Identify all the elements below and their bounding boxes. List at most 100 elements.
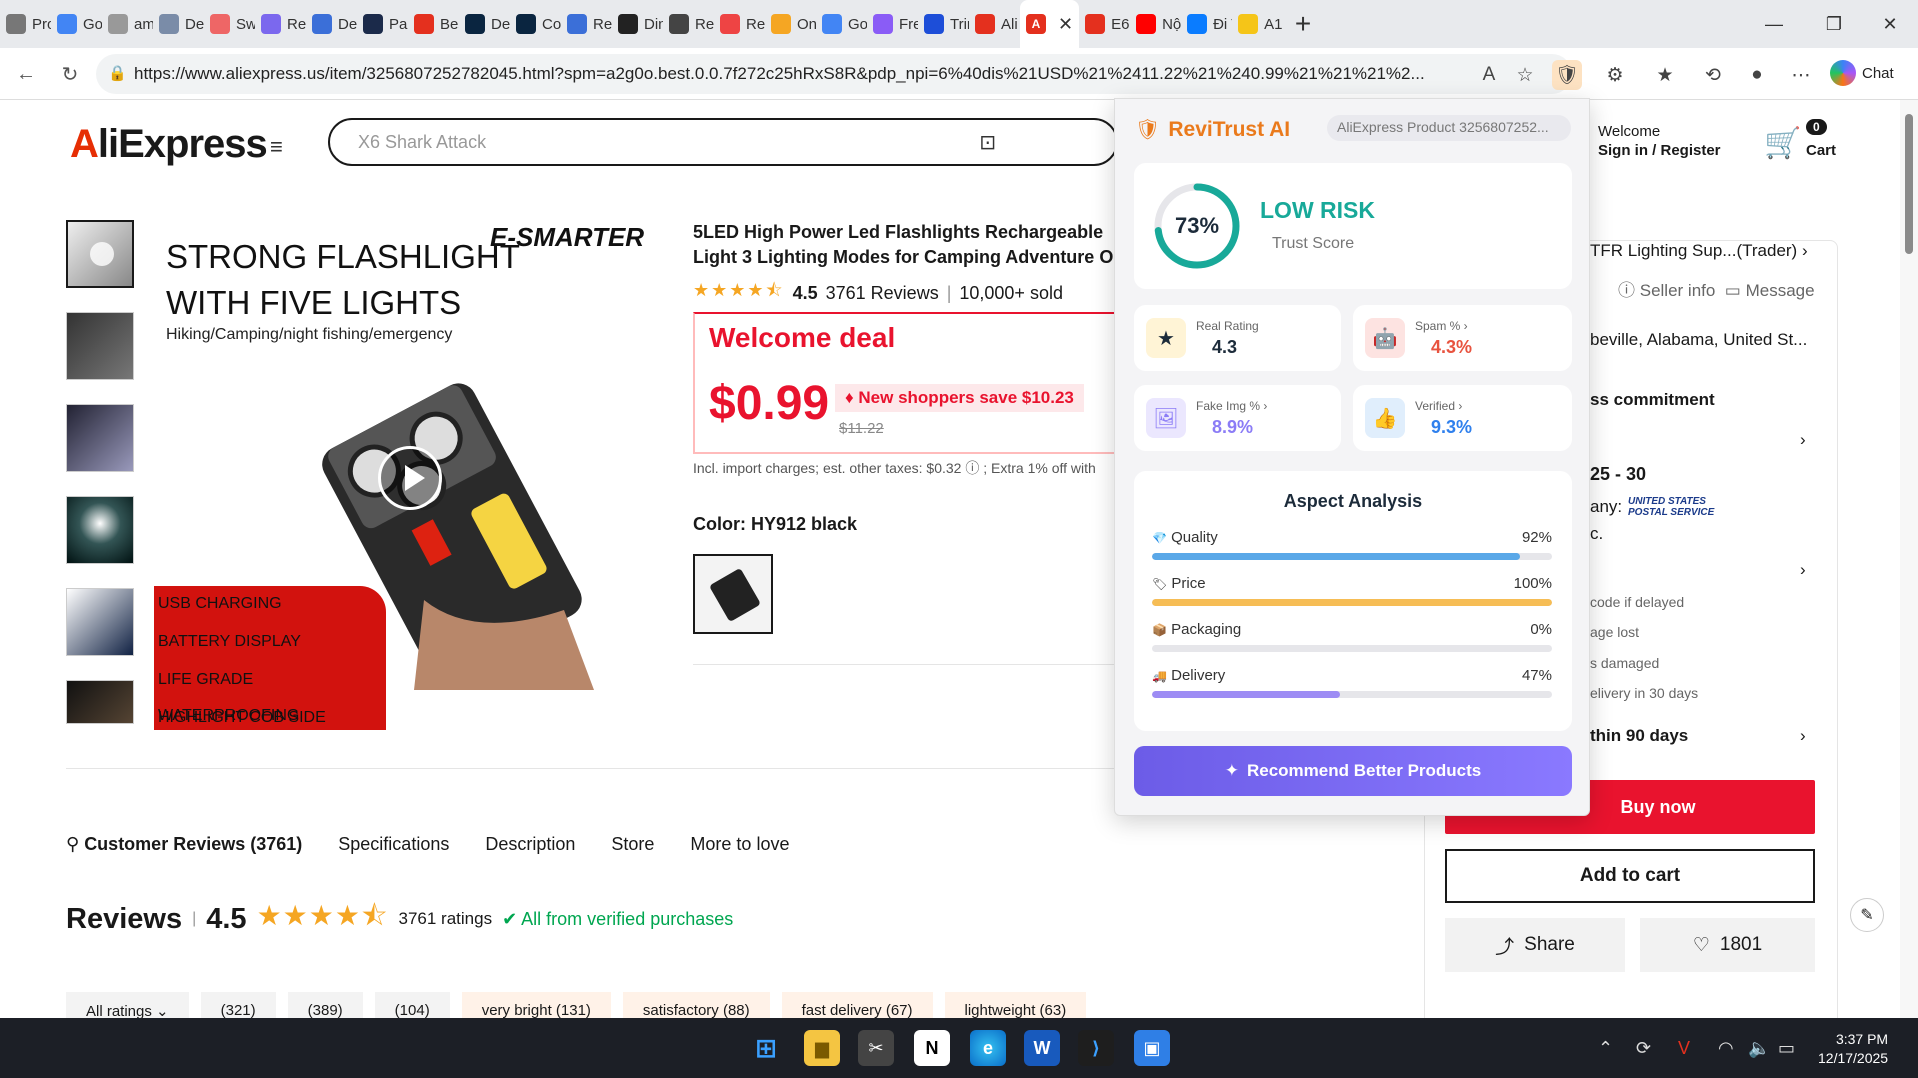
tab-more-to-love[interactable]: More to love [690,834,789,855]
thumbnail[interactable] [66,404,134,472]
profile-avatar-icon[interactable]: ● [1742,60,1772,90]
review-filter-chip[interactable]: (389) [287,992,363,1018]
browser-tab[interactable]: ama [102,0,153,48]
review-filter-chip[interactable]: fast delivery (67) [781,992,933,1018]
wifi-icon[interactable]: ◠ [1718,1038,1734,1059]
metric-card[interactable]: 🖼 Fake Img % › 8.9% [1134,385,1341,451]
review-filter-chip[interactable]: (321) [200,992,276,1018]
browser-tab[interactable]: E6S [1079,0,1130,48]
new-tab-button[interactable]: + [1283,0,1323,48]
tab-store[interactable]: Store [611,834,654,855]
browser-tab[interactable]: Bes [408,0,459,48]
chevron-right-icon[interactable]: › [1800,560,1806,580]
page-scrollbar[interactable] [1900,100,1918,1018]
add-to-cart-button[interactable]: Add to cart [1445,849,1815,903]
recommend-products-button[interactable]: ✦ Recommend Better Products [1134,746,1572,796]
chevron-right-icon[interactable]: › [1800,726,1806,746]
volume-icon[interactable]: 🔈 [1748,1038,1770,1059]
browser-tab[interactable]: Dev [459,0,510,48]
seller-links[interactable]: ⓘ Seller info ▭ Message [1618,276,1815,301]
tray-overflow-icon[interactable]: ⌃ [1598,1038,1613,1059]
review-filter-chip[interactable]: very bright (131) [461,992,611,1018]
browser-tab[interactable]: Din [612,0,663,48]
browser-tab[interactable]: Dev [153,0,204,48]
review-filter-chip[interactable]: All ratings ⌄ [66,992,189,1018]
copilot-chat-button[interactable]: Chat [1830,56,1910,90]
favorites-icon[interactable]: ★ [1650,60,1680,90]
revitrust-extension-icon[interactable]: 🛡 [1552,60,1582,90]
account-block[interactable]: Welcome Sign in / Register [1598,122,1721,160]
browser-tab[interactable]: Part [357,0,408,48]
close-window-button[interactable]: ✕ [1862,0,1918,48]
thumbnail[interactable] [66,496,134,564]
signin-link[interactable]: Sign in / Register [1598,141,1721,160]
share-button[interactable]: ⤴ Share [1445,918,1625,972]
edit-pencil-icon[interactable]: ✎ [1850,898,1884,932]
extensions-puzzle-icon[interactable]: ⚙ [1600,60,1630,90]
browser-tab[interactable]: Onl [765,0,816,48]
windows-start-icon[interactable]: ⊞ [748,1030,784,1066]
read-aloud-icon[interactable]: A [1474,60,1504,90]
maximize-button[interactable]: ❐ [1806,0,1862,48]
sync-icon[interactable]: ⟳ [1636,1038,1651,1059]
browser-tab[interactable]: Nội [1130,0,1181,48]
image-search-icon[interactable]: ⊡ [979,130,996,155]
vscode-icon[interactable]: ⟩ [1078,1030,1114,1066]
tab-active[interactable]: A ✕ [1020,0,1080,48]
browser-tab[interactable]: Coo [510,0,561,48]
system-clock[interactable]: 3:37 PM 12/17/2025 [1818,1030,1888,1068]
file-explorer-icon[interactable]: ▆ [804,1030,840,1066]
browser-tab[interactable]: Rev [714,0,765,48]
browser-tab[interactable]: Rev [663,0,714,48]
remote-desktop-icon[interactable]: ▣ [1134,1030,1170,1066]
metric-card[interactable]: 👍 Verified › 9.3% [1353,385,1572,451]
search-input[interactable]: X6 Shark Attack ⊡ [328,118,1118,166]
browser-tab[interactable]: Pro [0,0,51,48]
wishlist-button[interactable]: ♡ 1801 [1640,918,1815,972]
thumbnail[interactable] [66,680,134,724]
browser-tab[interactable]: Goo [816,0,867,48]
browser-tab[interactable]: A12 [1232,0,1283,48]
browser-tab[interactable]: Swi [204,0,255,48]
ship-to[interactable]: beville, Alabama, United St... [1590,330,1807,350]
browser-tab[interactable]: Rev [561,0,612,48]
cart-icon[interactable]: 🛒 [1764,126,1801,161]
reviews-link[interactable]: 3761 Reviews [826,283,939,304]
vivaldi-tray-icon[interactable]: V [1678,1038,1690,1059]
review-filter-chip[interactable]: satisfactory (88) [622,992,770,1018]
browser-tab[interactable]: Reg [255,0,306,48]
video-play-button[interactable] [378,446,442,510]
thumbnail-video[interactable] [66,220,134,288]
thumbnail[interactable] [66,588,134,656]
word-icon[interactable]: W [1024,1030,1060,1066]
browser-tab[interactable]: Free [867,0,918,48]
tab-specifications[interactable]: Specifications [338,834,449,855]
browser-tab[interactable]: Goo [51,0,102,48]
browser-tab[interactable]: Ali [969,0,1020,48]
thumbnail[interactable] [66,312,134,380]
favorite-star-icon[interactable]: ☆ [1510,60,1540,90]
tab-description[interactable]: Description [485,834,575,855]
back-arrow-icon[interactable]: ← [10,58,42,90]
store-name[interactable]: TFR Lighting Sup...(Trader) › [1590,241,1808,261]
chevron-right-icon[interactable]: › [1800,430,1806,450]
browser-tab[interactable]: Trin [918,0,969,48]
refresh-icon[interactable]: ↻ [54,58,86,90]
scrollbar-thumb[interactable] [1905,114,1913,254]
browser-tab[interactable]: Dev [306,0,357,48]
snipping-tool-icon[interactable]: ✂ [858,1030,894,1066]
notion-icon[interactable]: N [914,1030,950,1066]
tab-customer-reviews[interactable]: ⚲ Customer Reviews (3761) [66,834,302,855]
more-menu-icon[interactable]: ⋯ [1786,60,1816,90]
browser-tab[interactable]: Đi T [1181,0,1232,48]
minimize-button[interactable]: — [1746,0,1802,48]
battery-icon[interactable]: ▭ [1778,1038,1795,1059]
url-field[interactable]: 🔒 https://www.aliexpress.us/item/3256807… [96,54,1572,94]
review-filter-chip[interactable]: lightweight (63) [944,992,1087,1018]
history-icon[interactable]: ⟲ [1698,60,1728,90]
aliexpress-logo[interactable]: AliExpress [70,122,268,167]
review-filter-chip[interactable]: (104) [374,992,450,1018]
cart-label[interactable]: Cart [1806,142,1836,159]
color-swatch[interactable] [693,554,773,634]
category-menu-icon[interactable]: ≡ [270,134,283,160]
